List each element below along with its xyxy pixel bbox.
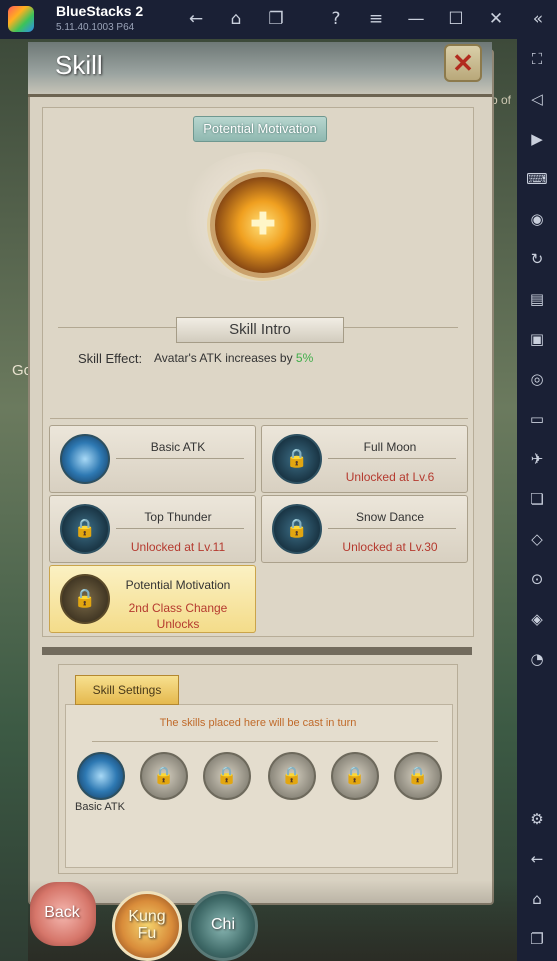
panel-title: Skill	[55, 50, 103, 80]
skill-card-basic-atk[interactable]: Basic ATK	[49, 425, 256, 493]
settings-divider-bar	[42, 647, 472, 655]
home-icon[interactable]: ⌂	[224, 7, 248, 31]
skill-card-name: Snow Dance	[355, 510, 425, 524]
skill-card-name: Full Moon	[363, 440, 417, 454]
skill-slot-5[interactable]: 🔒	[331, 752, 379, 800]
lock-icon: 🔒	[153, 766, 175, 786]
crown-icon: ✚	[250, 208, 276, 241]
eco-mode-icon[interactable]: ◇	[525, 527, 549, 551]
keyboard-icon[interactable]: ⌨	[525, 167, 549, 191]
card-divider	[328, 528, 456, 529]
tab-skill-settings[interactable]: Skill Settings	[75, 675, 179, 705]
skill-medallion-icon: ✚	[210, 172, 316, 278]
lock-icon: 🔒	[407, 766, 429, 786]
apk-icon[interactable]: ▣	[525, 327, 549, 351]
settings-note: The skills placed here will be cast in t…	[159, 717, 357, 729]
layers-icon[interactable]: ◈	[525, 607, 549, 631]
skill-slot-2[interactable]: 🔒	[140, 752, 188, 800]
kung-fu-label-line2: Fu	[137, 925, 157, 942]
lock-icon: 🔒	[216, 766, 238, 786]
lock-icon: 🔒	[344, 766, 366, 786]
minimize-icon[interactable]: —	[404, 7, 428, 31]
skill-card-status: Unlocked at Lv.6	[345, 470, 435, 484]
volume-icon[interactable]: ◁	[525, 87, 549, 111]
skill-card-potential-motivation[interactable]: 🔒 Potential Motivation 2nd Class Change …	[49, 565, 256, 633]
fullscreen-icon[interactable]: ⛶	[525, 47, 549, 71]
help-icon[interactable]: ?	[324, 7, 348, 31]
collapse-sidebar-icon[interactable]: «	[526, 7, 550, 31]
skill-effect-value: 5%	[295, 351, 314, 365]
kung-fu-label: Kung Fu	[115, 908, 179, 942]
app-version: 5.11.40.1003 P64	[56, 22, 135, 33]
macro-icon[interactable]: ▤	[525, 287, 549, 311]
close-panel-button[interactable]: ✕	[444, 44, 482, 82]
kung-fu-label-line1: Kung	[128, 908, 166, 925]
skill-slot-3[interactable]: 🔒	[203, 752, 251, 800]
skill-card-name: Basic ATK	[150, 440, 206, 454]
android-back-icon[interactable]: ←	[525, 847, 549, 871]
skill-effect-label: Skill Effect:	[78, 351, 143, 366]
kung-fu-button[interactable]: Kung Fu	[112, 891, 182, 961]
card-divider	[328, 458, 456, 459]
maximize-icon[interactable]: ☐	[444, 7, 468, 31]
menu-icon[interactable]: ≡	[364, 7, 388, 31]
skill-card-status-line1: 2nd Class Change	[128, 601, 228, 615]
lock-icon: 🔒	[285, 518, 309, 539]
chi-label: Chi	[210, 916, 235, 933]
airplane-icon[interactable]: ✈	[525, 447, 549, 471]
slot-connector-line	[92, 741, 438, 742]
app-title: BlueStacks 2	[56, 3, 144, 19]
folder-icon[interactable]: ▭	[525, 407, 549, 431]
card-divider	[116, 528, 244, 529]
skill-card-snow-dance[interactable]: 🔒 Snow Dance Unlocked at Lv.30	[261, 495, 468, 563]
back-arrow-icon[interactable]: ←	[184, 7, 208, 31]
skill-card-status: Unlocked at Lv.30	[342, 540, 438, 554]
top-thunder-skill-icon: 🔒	[60, 504, 110, 554]
location-icon[interactable]: ⊙	[525, 567, 549, 591]
record-icon[interactable]: ◉	[525, 207, 549, 231]
card-divider	[116, 458, 244, 459]
skill-card-full-moon[interactable]: 🔒 Full Moon Unlocked at Lv.6	[261, 425, 468, 493]
android-home-icon[interactable]: ⌂	[525, 887, 549, 911]
multi-instance-icon[interactable]: ❐	[264, 7, 288, 31]
skill-card-status-line2: Unlocks	[156, 617, 200, 631]
close-icon[interactable]: ✕	[484, 7, 508, 31]
emulator-sidebar: ⛶ ◁ ▶ ⌨ ◉ ↻ ▤ ▣ ◎ ▭ ✈ ❏ ◇ ⊙ ◈ ◔ ⚙ ← ⌂ ❐	[517, 39, 557, 961]
performance-icon[interactable]: ◔	[525, 647, 549, 671]
game-bottom-bar	[28, 880, 517, 961]
skill-intro-heading: Skill Intro	[176, 317, 344, 343]
potential-motivation-skill-icon: 🔒	[60, 574, 110, 624]
skill-effect-text: Avatar's ATK increases by 5%	[154, 351, 313, 365]
skill-grid-divider	[50, 418, 468, 419]
skill-slot-6[interactable]: 🔒	[394, 752, 442, 800]
skill-card-top-thunder[interactable]: 🔒 Top Thunder Unlocked at Lv.11	[49, 495, 256, 563]
skill-slot-1[interactable]	[77, 752, 125, 800]
snow-dance-skill-icon: 🔒	[272, 504, 322, 554]
lock-icon: 🔒	[73, 518, 97, 539]
back-button-label: Back	[44, 904, 80, 921]
lock-icon: 🔒	[73, 588, 97, 609]
basic-atk-skill-icon	[60, 434, 110, 484]
chi-button[interactable]: Chi	[188, 891, 258, 961]
settings-icon[interactable]: ⚙	[525, 807, 549, 831]
skill-card-status: Unlocked at Lv.11	[130, 540, 226, 554]
lock-icon: 🔒	[281, 766, 303, 786]
skill-card-name: Potential Motivation	[125, 578, 231, 592]
multi-instance-icon[interactable]: ❏	[525, 487, 549, 511]
emulator-titlebar: BlueStacks 2 5.11.40.1003 P64 ← ⌂ ❐ ? ≡ …	[0, 0, 557, 39]
screenshot-icon[interactable]: ◎	[525, 367, 549, 391]
skill-slot-4[interactable]: 🔒	[268, 752, 316, 800]
bluestacks-logo-icon	[8, 6, 34, 32]
rotate-icon[interactable]: ↻	[525, 247, 549, 271]
selected-skill-name: Potential Motivation	[193, 116, 327, 142]
recent-apps-icon[interactable]: ❐	[525, 927, 549, 951]
skill-card-name: Top Thunder	[144, 510, 212, 524]
pointer-icon[interactable]: ▶	[525, 127, 549, 151]
slot-label-basic-atk: Basic ATK	[75, 801, 125, 813]
full-moon-skill-icon: 🔒	[272, 434, 322, 484]
skill-effect-desc: Avatar's ATK increases by	[154, 351, 296, 365]
lock-icon: 🔒	[285, 448, 309, 469]
